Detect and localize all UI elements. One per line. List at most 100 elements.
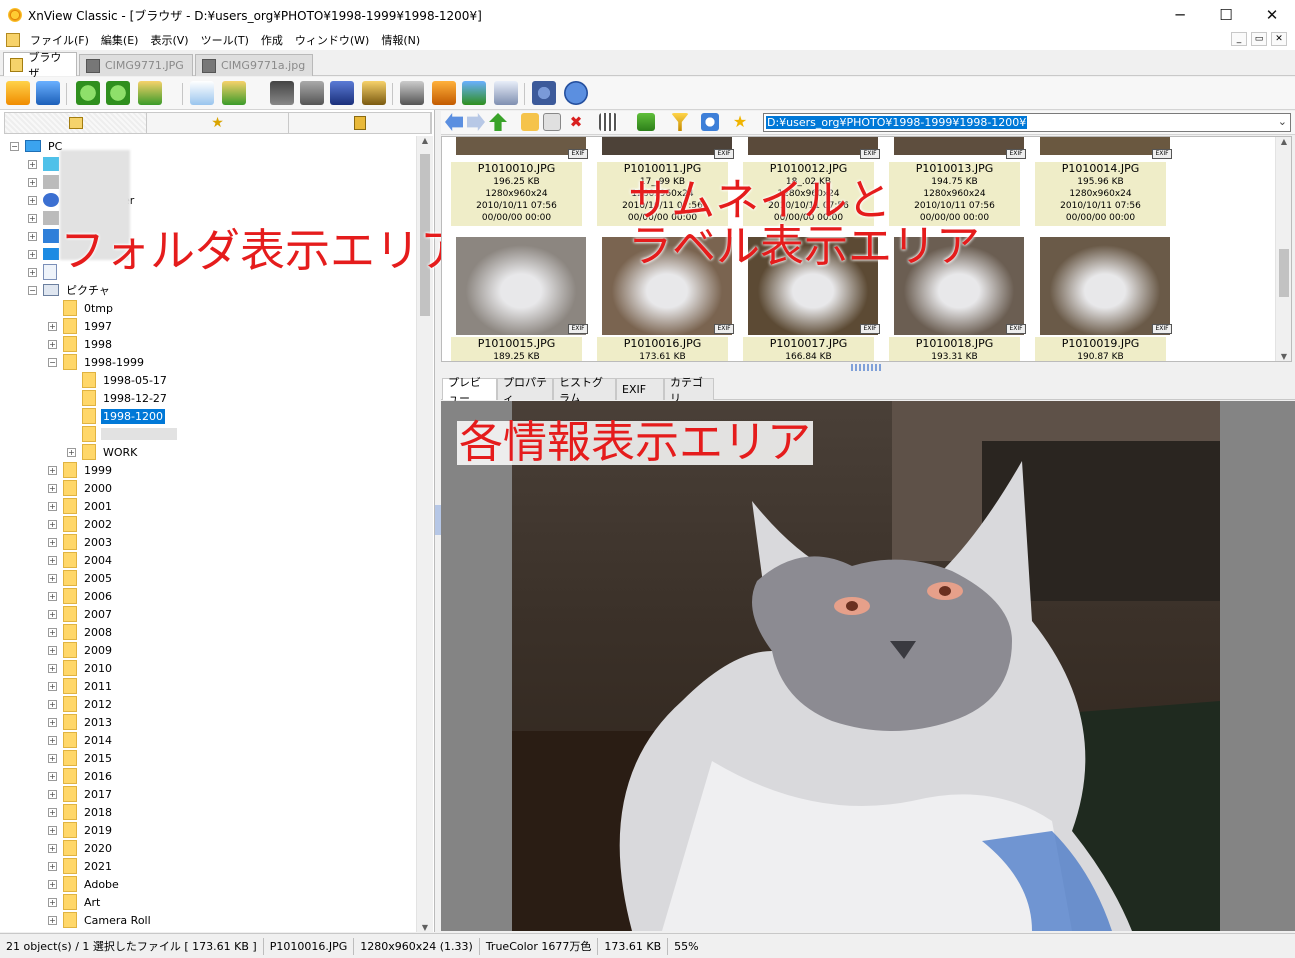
tree-node-folder[interactable]: +2016	[48, 767, 114, 785]
expand-icon[interactable]: +	[48, 537, 57, 547]
expand-icon[interactable]: +	[48, 915, 57, 925]
tree-node-selected-folder[interactable]: 1998-1200	[82, 407, 165, 425]
tree-node-folder[interactable]: +2011	[48, 677, 114, 695]
tree-node-folder[interactable]: +1999	[48, 461, 114, 479]
tab-properties[interactable]: プロパティ	[497, 376, 553, 405]
expand-icon[interactable]: +	[48, 807, 57, 817]
previous-icon[interactable]	[76, 81, 100, 105]
tree-node-downloads[interactable]: +	[28, 227, 59, 245]
batch-icon[interactable]	[362, 81, 386, 105]
print-icon[interactable]	[300, 81, 324, 105]
tree-node-pictures[interactable]: − ピクチャ	[28, 281, 112, 299]
settings-gear-icon[interactable]	[532, 81, 556, 105]
tree-node-folder[interactable]: +2006	[48, 587, 114, 605]
expand-icon[interactable]: +	[48, 879, 57, 889]
tree-node-folder[interactable]: +2013	[48, 713, 114, 731]
expand-icon[interactable]: +	[48, 699, 57, 709]
capture-icon[interactable]	[400, 81, 424, 105]
horizontal-splitter[interactable]	[441, 363, 1292, 373]
expand-icon[interactable]: +	[48, 519, 57, 529]
refresh-icon[interactable]	[701, 113, 719, 131]
tree-node-folder[interactable]	[82, 425, 177, 443]
tree-node-folder[interactable]: +2004	[48, 551, 114, 569]
expand-icon[interactable]: +	[48, 501, 57, 511]
menu-create[interactable]: 作成	[255, 32, 289, 48]
tree-node-folder[interactable]: 1998-05-17	[82, 371, 169, 389]
expand-icon[interactable]: +	[28, 249, 37, 259]
scroll-down-icon[interactable]: ▼	[1276, 352, 1291, 361]
mdi-restore-button[interactable]: ▭	[1251, 32, 1267, 46]
next-icon[interactable]	[106, 81, 130, 105]
open-icon[interactable]	[190, 81, 214, 105]
info-icon[interactable]	[564, 81, 588, 105]
tab-exif[interactable]: EXIF	[616, 378, 664, 400]
expand-icon[interactable]: +	[48, 591, 57, 601]
xnview-app-icon[interactable]	[8, 8, 22, 22]
tree-node-folder[interactable]: +1998	[48, 335, 114, 353]
expand-icon[interactable]: +	[48, 789, 57, 799]
mdi-browser-icon[interactable]	[6, 33, 20, 47]
tree-node-folder[interactable]: + Camera Roll	[48, 911, 153, 929]
fullscreen-icon[interactable]	[36, 81, 60, 105]
expand-icon[interactable]: +	[48, 573, 57, 583]
expand-icon[interactable]: +	[28, 159, 37, 169]
forward-arrow-icon[interactable]	[467, 113, 485, 131]
menu-window[interactable]: ウィンドウ(W)	[289, 32, 375, 48]
tree-node-folder[interactable]: +2018	[48, 803, 114, 821]
tree-node-folder[interactable]: +2005	[48, 569, 114, 587]
tree-node-folder[interactable]: 1998-12-27	[82, 389, 169, 407]
scroll-up-icon[interactable]: ▲	[1276, 137, 1291, 146]
mdi-close-button[interactable]: ✕	[1271, 32, 1287, 46]
tree-node-folder[interactable]: +2001	[48, 497, 114, 515]
tree-node-documents[interactable]: +	[28, 263, 57, 281]
expand-icon[interactable]: +	[48, 717, 57, 727]
expand-icon[interactable]: +	[48, 645, 57, 655]
expand-icon[interactable]: +	[48, 339, 57, 349]
tree-node-folder[interactable]: 0tmp	[63, 299, 115, 317]
tree-node-hidden[interactable]: +	[28, 155, 59, 173]
tree-node-hidden[interactable]: +	[28, 209, 59, 227]
tree-node-folder[interactable]: +2002	[48, 515, 114, 533]
expand-icon[interactable]: +	[48, 483, 57, 493]
back-arrow-icon[interactable]	[445, 113, 463, 131]
tab-histogram[interactable]: ヒストグラム	[553, 376, 616, 405]
tab-browser[interactable]: ブラウザ	[3, 51, 77, 80]
browser-icon[interactable]	[6, 81, 30, 105]
mdi-minimize-button[interactable]: _	[1231, 32, 1247, 46]
menu-view[interactable]: 表示(V)	[144, 32, 194, 48]
tree-node-folder[interactable]: +2003	[48, 533, 114, 551]
expand-icon[interactable]: +	[48, 843, 57, 853]
tab-preview[interactable]: プレビュー	[442, 376, 497, 405]
tab-category[interactable]: カテゴリ	[664, 376, 714, 405]
expand-icon[interactable]: +	[48, 321, 57, 331]
scroll-down-icon[interactable]: ▼	[417, 923, 433, 932]
expand-icon[interactable]: +	[48, 861, 57, 871]
thumbnail-scrollbar[interactable]: ▲ ▼	[1275, 137, 1291, 361]
expand-icon[interactable]: +	[48, 681, 57, 691]
menu-info[interactable]: 情報(N)	[375, 32, 426, 48]
collapse-icon[interactable]: −	[28, 285, 37, 295]
tree-node-folder[interactable]: +2020	[48, 839, 114, 857]
expand-icon[interactable]: +	[48, 627, 57, 637]
collapse-icon[interactable]: −	[48, 357, 57, 367]
expand-icon[interactable]: +	[28, 177, 37, 187]
expand-icon[interactable]: +	[28, 231, 37, 241]
tree-node-hidden[interactable]: +	[28, 173, 59, 191]
slideshow-icon[interactable]	[138, 81, 162, 105]
tree-node-folder[interactable]: +2010	[48, 659, 114, 677]
sort-icon[interactable]	[637, 113, 655, 131]
tree-node-folder[interactable]: +2014	[48, 731, 114, 749]
tab-cimg9771-jpg[interactable]: CIMG9771.JPG	[79, 54, 193, 76]
chevron-down-icon[interactable]: ⌄	[1278, 115, 1287, 128]
menu-edit[interactable]: 編集(E)	[95, 32, 145, 48]
wallpaper-icon[interactable]	[432, 81, 456, 105]
expand-icon[interactable]: +	[48, 663, 57, 673]
tree-node-folder[interactable]: +2009	[48, 641, 114, 659]
tree-node-folder[interactable]: + WORK	[67, 443, 139, 461]
menu-file[interactable]: ファイル(F)	[24, 32, 95, 48]
expand-icon[interactable]: +	[48, 735, 57, 745]
expand-icon[interactable]: +	[48, 753, 57, 763]
favorites-tab[interactable]: ★	[147, 113, 289, 133]
close-button[interactable]: ✕	[1249, 0, 1295, 30]
expand-icon[interactable]: +	[48, 771, 57, 781]
